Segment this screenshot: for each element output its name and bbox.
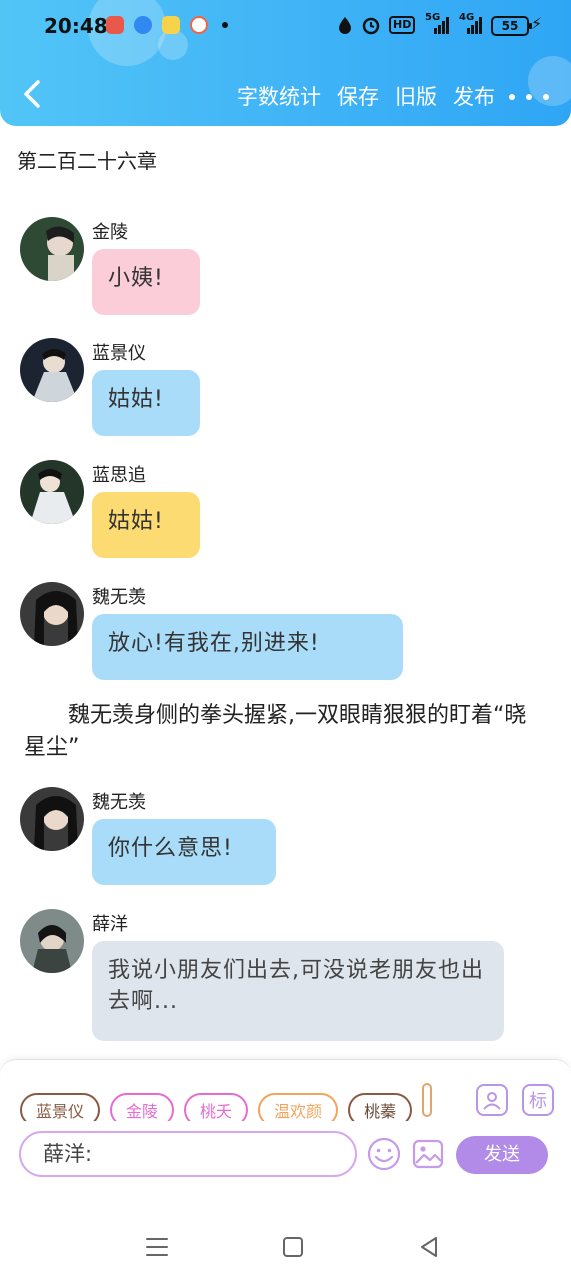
back-triangle-icon <box>421 1237 437 1257</box>
avatar-image <box>20 909 84 973</box>
person-icon <box>483 1092 501 1110</box>
mark-button[interactable]: 标 <box>522 1084 554 1116</box>
avatar[interactable] <box>20 460 84 524</box>
sender-name: 薛洋 <box>92 914 128 935</box>
app-notification-icon <box>106 16 124 34</box>
character-chip-list[interactable]: 蓝景仪 金陵 桃夭 温欢颜 桃蓁 <box>20 1083 464 1121</box>
header-actions: 字数统计 保存 旧版 发布 <box>221 80 571 114</box>
more-dots-icon[interactable] <box>509 80 549 114</box>
top-app-bar: 20:48 HD 5G 4G 55 ⚡ 字数统计 保存 旧版 发布 <box>0 0 571 126</box>
message-bubble[interactable]: 你什么意思! <box>92 819 276 885</box>
avatar-image <box>20 582 84 646</box>
sender-name: 魏无羡 <box>92 587 146 608</box>
more-notifications-dot <box>222 22 228 28</box>
sender-name: 蓝景仪 <box>92 343 146 364</box>
back-button[interactable] <box>16 74 50 114</box>
emoji-button[interactable] <box>366 1136 402 1172</box>
word-count-button[interactable]: 字数统计 <box>237 80 321 114</box>
sender-name: 蓝思追 <box>92 465 146 486</box>
water-drop-icon <box>339 17 351 34</box>
character-chip[interactable]: 桃夭 <box>184 1093 249 1121</box>
alarm-icon <box>362 17 380 35</box>
send-button[interactable]: 发送 <box>456 1136 548 1174</box>
message-bubble[interactable]: 小姨! <box>92 249 200 315</box>
home-square-icon <box>283 1237 303 1257</box>
signal-strength-icon <box>434 17 449 34</box>
chapter-title[interactable]: 第二百二十六章 <box>17 145 157 174</box>
nav-menu-button[interactable] <box>142 1232 172 1262</box>
image-icon <box>412 1139 444 1169</box>
menu-icon <box>146 1238 168 1256</box>
avatar-image <box>20 787 84 851</box>
sender-name: 金陵 <box>92 222 128 243</box>
app-notification-icon <box>134 16 152 34</box>
narration-text[interactable]: 魏无羡身侧的拳头握紧,一双眼睛狠狠的盯着“晓星尘” <box>24 700 544 764</box>
sender-name: 魏无羡 <box>92 792 146 813</box>
save-button[interactable]: 保存 <box>337 80 379 114</box>
avatar-image <box>20 217 84 281</box>
avatar[interactable] <box>20 909 84 973</box>
image-button[interactable] <box>411 1137 445 1171</box>
charging-icon: ⚡ <box>531 14 543 33</box>
avatar[interactable] <box>20 582 84 646</box>
message-bubble[interactable]: 姑姑! <box>92 370 200 436</box>
avatar[interactable] <box>20 217 84 281</box>
character-chip[interactable]: 温欢颜 <box>258 1093 339 1121</box>
publish-button[interactable]: 发布 <box>453 80 495 114</box>
old-version-button[interactable]: 旧版 <box>395 80 437 114</box>
chevron-left-icon <box>24 80 40 108</box>
avatar-image <box>20 460 84 524</box>
avatar[interactable] <box>20 787 84 851</box>
message-bubble[interactable]: 姑姑! <box>92 492 200 558</box>
message-bubble[interactable]: 我说小朋友们出去,可没说老朋友也出去啊... <box>92 941 504 1041</box>
system-nav-bar <box>0 1211 571 1280</box>
message-input[interactable]: 薛洋: <box>19 1131 357 1177</box>
hd-badge: HD <box>389 16 416 34</box>
character-chip[interactable]: 蓝景仪 <box>20 1093 101 1121</box>
battery-icon: 55 <box>491 16 532 36</box>
weibo-icon <box>190 16 208 34</box>
signal-strength-icon <box>467 17 482 34</box>
character-chip[interactable]: 桃蓁 <box>348 1093 413 1121</box>
app-notification-icon <box>162 16 180 34</box>
nav-home-button[interactable] <box>278 1232 308 1262</box>
character-chip[interactable] <box>422 1083 433 1117</box>
smiley-icon <box>367 1137 401 1171</box>
character-manage-button[interactable] <box>476 1084 508 1116</box>
avatar-image <box>20 338 84 402</box>
avatar[interactable] <box>20 338 84 402</box>
status-time: 20:48 <box>44 14 108 38</box>
nav-back-button[interactable] <box>414 1232 444 1262</box>
character-chip[interactable]: 金陵 <box>110 1093 175 1121</box>
status-bar: 20:48 HD 5G 4G 55 ⚡ <box>0 0 571 52</box>
message-bubble[interactable]: 放心!有我在,别进来! <box>92 614 403 680</box>
